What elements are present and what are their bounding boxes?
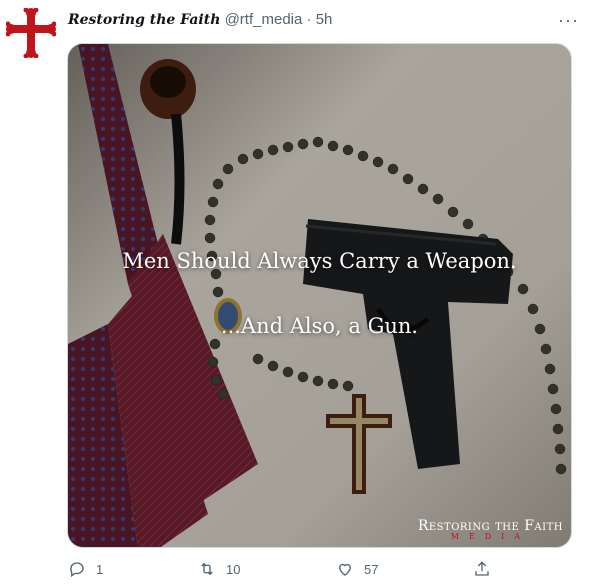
photo-illustration (68, 44, 571, 547)
image-subline: ...And Also, a Gun. (220, 314, 419, 338)
tweet-actions: 1 10 57 (68, 560, 491, 584)
tweet-timestamp[interactable]: 5h (316, 11, 333, 28)
like-count: 57 (364, 561, 379, 577)
reply-button[interactable]: 1 (68, 560, 103, 578)
separator-dot: · (306, 11, 312, 28)
image-headline: Men Should Always Carry a Weapon. (122, 249, 517, 273)
share-button[interactable] (473, 560, 491, 578)
brand-watermark: Restoring the Faith MEDIA (418, 518, 563, 541)
retweet-button[interactable]: 10 (198, 560, 240, 578)
avatar[interactable] (5, 7, 57, 59)
retweet-count: 10 (226, 561, 241, 577)
tweet-image[interactable]: Men Should Always Carry a Weapon. ...And… (67, 43, 572, 548)
retweet-icon (201, 562, 213, 576)
more-options-icon[interactable]: ··· (558, 10, 579, 31)
heart-icon (339, 563, 351, 576)
user-handle[interactable]: @rtf_media (225, 11, 303, 28)
display-name[interactable]: Restoring the Faith (68, 12, 220, 28)
reply-icon (70, 562, 84, 578)
tweet-header: Restoring the Faith @rtf_media · 5h (68, 10, 332, 30)
reply-count: 1 (96, 561, 104, 577)
like-button[interactable]: 57 (336, 560, 378, 578)
cross-logo-icon (5, 7, 57, 59)
share-icon (475, 561, 489, 576)
